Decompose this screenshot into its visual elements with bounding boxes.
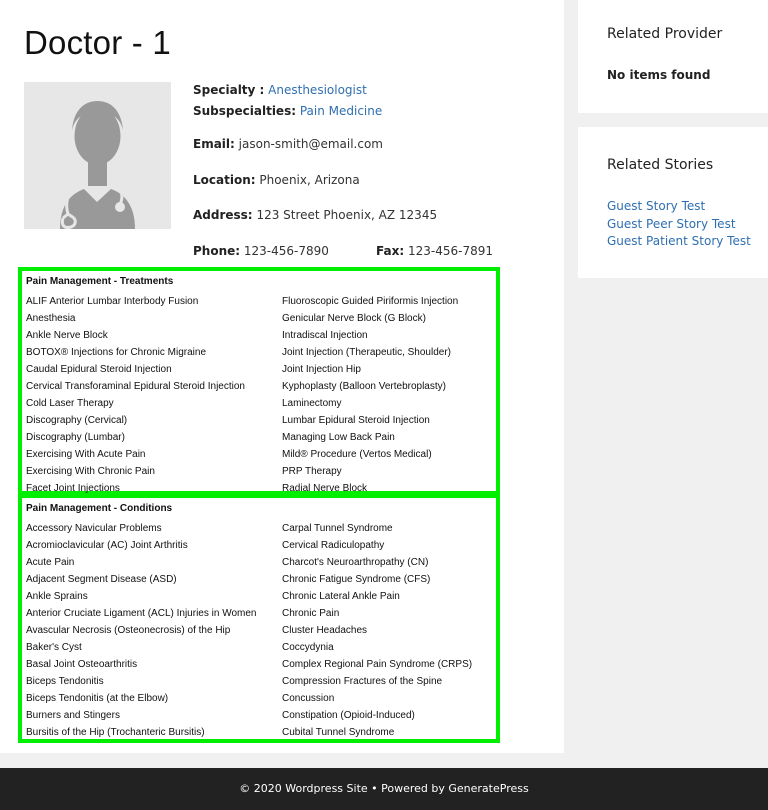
fax-label: Fax: (376, 244, 405, 258)
treatment-item: Fluoroscopic Guided Piriformis Injection (282, 296, 459, 307)
condition-item: Charcot's Neuroarthropathy (CN) (282, 557, 429, 568)
phone-value: 123-456-7890 (243, 244, 329, 258)
treatment-item: PRP Therapy (282, 466, 342, 477)
treatment-item: Exercising With Acute Pain (26, 449, 146, 460)
address-label: Address: (193, 208, 253, 222)
condition-item: Accessory Navicular Problems (26, 523, 162, 534)
story-link[interactable]: Guest Story Test (607, 198, 751, 216)
location-row: Location: Phoenix, Arizona (193, 173, 360, 187)
conditions-list-right: Carpal Tunnel Syndrome Cervical Radiculo… (282, 520, 472, 741)
condition-item: Constipation (Opioid-Induced) (282, 710, 415, 721)
condition-item: Burners and Stingers (26, 710, 120, 721)
condition-item: Avascular Necrosis (Osteonecrosis) of th… (26, 625, 231, 636)
site-footer: © 2020 Wordpress Site • Powered by Gener… (0, 768, 768, 810)
location-value: Phoenix, Arizona (259, 173, 360, 187)
treatment-item: BOTOX® Injections for Chronic Migraine (26, 347, 207, 358)
subspecialties-link[interactable]: Pain Medicine (300, 104, 382, 118)
email-value: jason-smith@email.com (238, 137, 383, 151)
treatments-panel: Pain Management - Treatments ALIF Anteri… (18, 267, 500, 495)
condition-item: Biceps Tendonitis (at the Elbow) (26, 693, 169, 704)
treatments-list-left: ALIF Anterior Lumbar Interbody Fusion An… (26, 293, 245, 497)
no-items-text: No items found (607, 68, 711, 82)
condition-item: Compression Fractures of the Spine (282, 676, 443, 687)
condition-item: Cervical Radiculopathy (282, 540, 385, 551)
condition-item: Bursitis of the Hip (Trochanteric Bursit… (26, 727, 205, 738)
specialty-label: Specialty : (193, 83, 265, 97)
condition-item: Cubital Tunnel Syndrome (282, 727, 395, 738)
condition-item: Chronic Pain (282, 608, 340, 619)
doctor-placeholder-icon (24, 82, 171, 229)
story-link[interactable]: Guest Patient Story Test (607, 233, 751, 251)
conditions-panel: Pain Management - Conditions Accessory N… (18, 494, 500, 743)
treatment-item: Cold Laser Therapy (26, 398, 114, 409)
treatment-item: Genicular Nerve Block (G Block) (282, 313, 426, 324)
condition-item: Basal Joint Osteoarthritis (26, 659, 138, 670)
specialty-link[interactable]: Anesthesiologist (268, 83, 367, 97)
treatment-item: Discography (Lumbar) (26, 432, 125, 443)
condition-item: Acromioclavicular (AC) Joint Arthritis (26, 540, 188, 551)
treatment-item: Kyphoplasty (Balloon Vertebroplasty) (282, 381, 446, 392)
treatment-item: Laminectomy (282, 398, 342, 409)
story-link[interactable]: Guest Peer Story Test (607, 216, 751, 234)
condition-item: Biceps Tendonitis (26, 676, 104, 687)
treatment-item: ALIF Anterior Lumbar Interbody Fusion (26, 296, 199, 307)
condition-item: Cluster Headaches (282, 625, 368, 636)
subspecialties-label: Subspecialties: (193, 104, 297, 118)
treatment-item: Exercising With Chronic Pain (26, 466, 155, 477)
treatment-item: Joint Injection (Therapeutic, Shoulder) (282, 347, 451, 358)
condition-item: Chronic Fatigue Syndrome (CFS) (282, 574, 431, 585)
email-row: Email: jason-smith@email.com (193, 137, 383, 151)
treatment-item: Joint Injection Hip (282, 364, 361, 375)
treatment-item: Cervical Transforaminal Epidural Steroid… (26, 381, 245, 392)
treatment-item: Caudal Epidural Steroid Injection (26, 364, 172, 375)
conditions-list-left: Accessory Navicular Problems Acromioclav… (26, 520, 256, 741)
phone-label: Phone: (193, 244, 241, 258)
condition-item: Carpal Tunnel Syndrome (282, 523, 393, 534)
treatment-item: Mild® Procedure (Vertos Medical) (282, 449, 432, 460)
related-provider-title: Related Provider (607, 26, 723, 42)
address-row: Address: 123 Street Phoenix, AZ 12345 (193, 208, 437, 222)
footer-credits: © 2020 Wordpress Site • Powered by Gener… (239, 782, 529, 795)
main-content: Doctor - 1 Specialty : Anesthesiologist … (0, 0, 564, 753)
treatment-item: Lumbar Epidural Steroid Injection (282, 415, 430, 426)
specialty-row: Specialty : Anesthesiologist (193, 83, 367, 97)
condition-item: Acute Pain (26, 557, 75, 568)
treatment-item: Discography (Cervical) (26, 415, 128, 426)
phone-row: Phone: 123-456-7890 (193, 244, 329, 258)
address-value: 123 Street Phoenix, AZ 12345 (256, 208, 438, 222)
email-label: Email: (193, 137, 235, 151)
related-provider-widget: Related Provider No items found (578, 0, 768, 113)
condition-item: Complex Regional Pain Syndrome (CRPS) (282, 659, 473, 670)
conditions-title: Pain Management - Conditions (26, 503, 173, 514)
treatments-list-right: Fluoroscopic Guided Piriformis Injection… (282, 293, 458, 497)
page-title: Doctor - 1 (24, 24, 171, 61)
treatments-title: Pain Management - Treatments (26, 276, 174, 287)
condition-item: Chronic Lateral Ankle Pain (282, 591, 400, 602)
related-stories-title: Related Stories (607, 157, 714, 173)
stories-list: Guest Story Test Guest Peer Story Test G… (607, 198, 751, 251)
condition-item: Baker's Cyst (26, 642, 82, 653)
related-stories-widget: Related Stories Guest Story Test Guest P… (578, 127, 768, 278)
fax-value: 123-456-7891 (407, 244, 493, 258)
subspecialties-row: Subspecialties: Pain Medicine (193, 104, 382, 118)
condition-item: Adjacent Segment Disease (ASD) (26, 574, 177, 585)
treatment-item: Anesthesia (26, 313, 76, 324)
condition-item: Coccydynia (282, 642, 334, 653)
treatment-item: Ankle Nerve Block (26, 330, 108, 341)
location-label: Location: (193, 173, 256, 187)
treatment-item: Managing Low Back Pain (282, 432, 395, 443)
condition-item: Ankle Sprains (26, 591, 88, 602)
condition-item: Anterior Cruciate Ligament (ACL) Injurie… (26, 608, 257, 619)
fax-row: Fax: 123-456-7891 (376, 244, 493, 258)
treatment-item: Intradiscal Injection (282, 330, 368, 341)
condition-item: Concussion (282, 693, 335, 704)
